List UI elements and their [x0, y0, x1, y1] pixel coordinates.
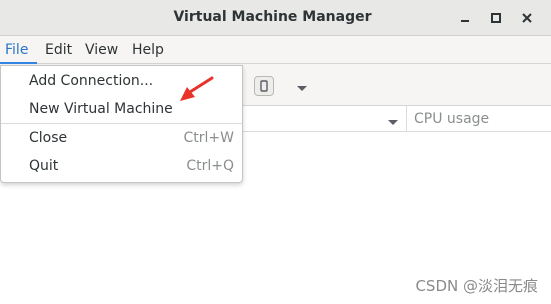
- menu-item-label: Quit: [29, 158, 59, 174]
- menu-file[interactable]: File: [5, 42, 28, 58]
- dropdown-arrow-icon[interactable]: [296, 81, 308, 97]
- menu-edit[interactable]: Edit: [45, 42, 72, 58]
- menu-view[interactable]: View: [85, 42, 118, 58]
- vm-details-icon[interactable]: [254, 76, 274, 96]
- menu-item-quit[interactable]: Quit Ctrl+Q: [1, 152, 242, 180]
- menu-item-close[interactable]: Close Ctrl+W: [1, 124, 242, 152]
- column-separator: [406, 106, 407, 132]
- minimize-icon[interactable]: [456, 9, 474, 27]
- menu-item-accel: Ctrl+Q: [186, 158, 234, 174]
- menu-item-label: New Virtual Machine: [29, 101, 173, 117]
- close-icon[interactable]: [518, 9, 536, 27]
- menu-item-accel: Ctrl+W: [183, 130, 234, 146]
- column-dropdown-icon[interactable]: [387, 115, 399, 131]
- watermark-text: CSDN @淡泪无痕: [415, 277, 538, 295]
- column-cpu-usage[interactable]: CPU usage: [414, 111, 489, 127]
- title-bar: Virtual Machine Manager: [0, 0, 551, 36]
- menu-item-label: Add Connection...: [29, 73, 154, 89]
- menu-item-label: Close: [29, 130, 68, 146]
- menu-help[interactable]: Help: [132, 42, 164, 58]
- annotation-arrow-icon: [176, 76, 216, 108]
- maximize-icon[interactable]: [487, 9, 505, 27]
- menu-bar: File Edit View Help: [0, 36, 551, 64]
